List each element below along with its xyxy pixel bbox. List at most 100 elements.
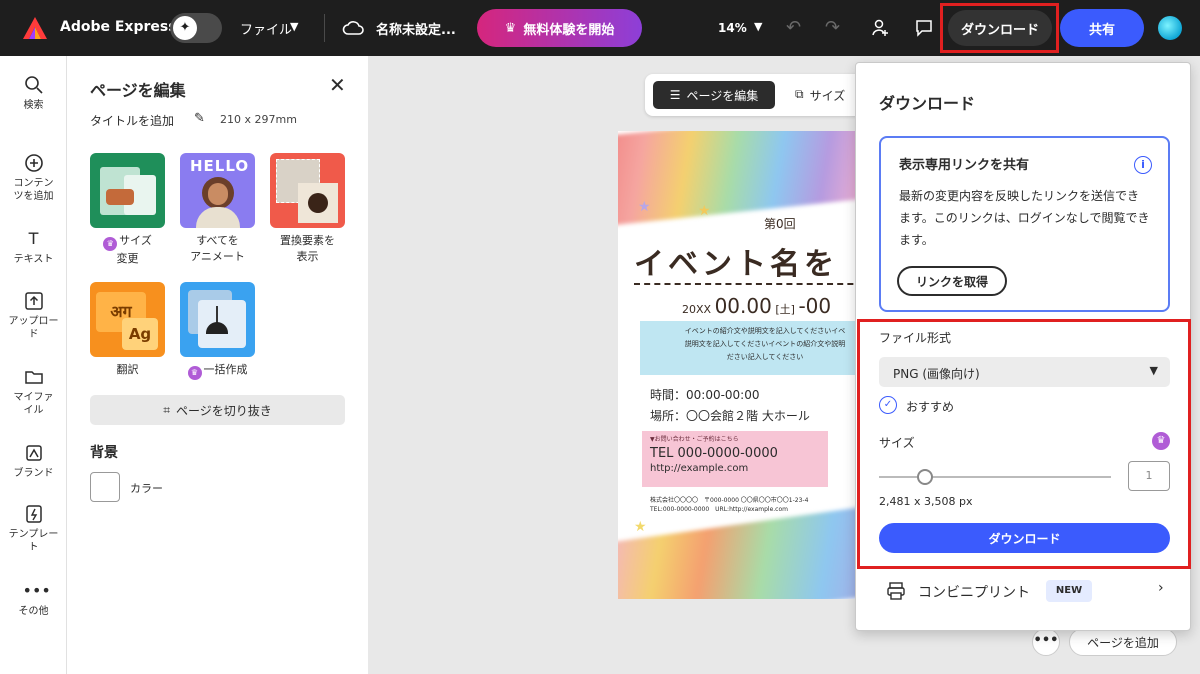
rail-item-text[interactable]: T テキスト [0,228,67,266]
sliders-icon: ☰ [669,88,681,102]
download-dropdown: ダウンロード 表示専用リンクを共有 i 最新の変更内容を反映したリンクを送信でき… [855,62,1191,631]
tile-animate-all[interactable]: HELLO すべてをアニメート [180,153,255,265]
tile-label: すべてを [196,234,239,247]
share-card-title: 表示専用リンクを共有 [899,158,1030,173]
rail-item-templates[interactable]: テンプレート [0,503,67,554]
view-only-link-card: 表示専用リンクを共有 i 最新の変更内容を反映したリンクを送信できます。このリン… [879,136,1170,312]
page-more-button[interactable]: ••• [1032,628,1060,656]
invite-user-icon[interactable] [870,18,890,38]
edit-page-panel: ページを編集 ✕ タイトルを追加 ✎ 210 x 297mm ♛ サイズ 変更 HE… [67,56,368,674]
crop-page-label: ページを切り抜き [176,403,272,418]
translate-thumbnail: अग Ag [90,282,165,357]
intro-line: 説明文を記入してくださいイベントの紹介文や説明 [684,340,846,348]
panel-title: ページを編集 [90,81,186,100]
rail-label: コンテンツを追加 [13,178,54,202]
search-icon [24,76,43,94]
file-format-value: PNG (画像向け) [893,367,980,381]
tile-translate[interactable]: अग Ag 翻訳 [90,282,165,378]
flyer-issue: 第0回 [764,217,796,231]
convenience-print-option[interactable]: コンビニプリント [918,582,1030,602]
file-menu[interactable]: ファイル [240,19,292,38]
download-button[interactable]: ダウンロード [948,10,1052,46]
more-icon: ••• [22,581,51,600]
date-suffix: -00 [798,294,832,318]
sparkle-icon: ✦ [173,16,197,40]
crop-page-button[interactable]: ⌗ ページを切り抜き [90,395,345,425]
canvas-toolbar: ☰ ページを編集 ⧉ サイズ [645,74,875,116]
rail-label: ブランド [13,468,54,479]
start-trial-label: 無料体験を開始 [523,22,615,38]
flyer-date: 20XX 00.00 [土] -00 [682,294,831,318]
edit-page-tab[interactable]: ☰ ページを編集 [653,81,775,109]
size-input[interactable]: 1 [1128,461,1170,491]
add-page-button[interactable]: ページを追加 [1069,628,1177,656]
resize-thumbnail [90,153,165,228]
rail-item-add-content[interactable]: コンテンツを追加 [0,152,67,203]
download-panel-title: ダウンロード [879,94,976,113]
pencil-icon[interactable]: ✎ [194,111,205,126]
rail-item-search[interactable]: 検索 [0,74,67,112]
close-icon[interactable]: ✕ [329,74,346,96]
top-bar: Adobe Express ✦ ファイル ▼ 名称未設定... ♛ 無料体験を開… [0,0,1200,56]
rainbow-top-decoration [618,131,868,227]
document-name[interactable]: 名称未設定... [376,19,456,38]
folder-icon [24,371,43,384]
undo-icon[interactable]: ↶ [786,17,801,38]
left-rail: 検索 コンテンツを追加 T テキスト アップロード マイファイル ブランド テン… [0,56,67,674]
background-color-swatch[interactable] [90,472,120,502]
user-avatar[interactable] [1158,16,1182,40]
magic-toggle[interactable]: ✦ [170,13,222,43]
download-confirm-button[interactable]: ダウンロード [879,523,1170,553]
hello-text: HELLO [190,157,250,175]
flyer-footer-line: 株式会社〇〇〇〇 〒000-0000 〇〇県〇〇市〇〇1-23-4 [650,497,809,504]
tile-resize[interactable]: ♛ サイズ 変更 [90,153,165,267]
color-label: カラー [130,482,163,495]
tile-label: 置換要素を [280,234,335,247]
rail-item-my-files[interactable]: マイファイル [0,366,67,417]
tile-label: サイズ [119,234,152,247]
rail-item-upload[interactable]: アップロード [0,290,67,341]
share-button[interactable]: 共有 [1060,9,1144,47]
tile-label: アニメート [190,250,245,263]
flyer-time: 時間：00:00-00:00 [650,388,760,402]
rail-item-more[interactable]: ••• その他 [0,580,67,618]
zoom-chevron-down-icon[interactable]: ▼ [754,20,762,33]
chevron-right-icon[interactable]: › [1158,580,1164,596]
star-icon: ★ [698,203,711,219]
file-format-select[interactable]: PNG (画像向け) ▼ [879,357,1170,387]
tile-show-replaceable[interactable]: 置換要素を 表示 [270,153,345,265]
rail-item-brand[interactable]: ブランド [0,442,67,480]
star-icon: ★ [634,519,647,535]
recommended-label: おすすめ [906,400,955,414]
rail-label: その他 [18,606,49,617]
zoom-level[interactable]: 14% [718,21,747,35]
adobe-express-logo[interactable] [22,16,48,40]
redo-icon[interactable]: ↷ [825,17,840,38]
resize-tab[interactable]: ⧉ サイズ [795,87,845,104]
rail-label: テキスト [13,254,54,265]
contact-url: http://example.com [650,463,749,474]
app-name: Adobe Express [60,19,177,35]
tile-label: 表示 [296,250,319,263]
flyer-page[interactable]: ★ ★ ★ 第0回 イベント名を 20XX 00.00 [土] -00 イベント… [618,131,868,599]
chevron-down-icon[interactable]: ▼ [290,20,298,33]
add-title-link[interactable]: タイトルを追加 [90,112,174,129]
output-dimensions: 2,481 x 3,508 px [879,495,973,508]
comment-icon[interactable] [914,18,934,38]
get-link-button[interactable]: リンクを取得 [897,266,1007,296]
replace-thumbnail [270,153,345,228]
start-trial-button[interactable]: ♛ 無料体験を開始 [477,9,642,47]
flyer-title: イベント名を [634,247,838,282]
tile-label: 翻訳 [116,363,139,376]
cloud-icon [342,21,364,35]
flyer-footer-line: TEL:000-0000-0000 URL:http://example.com [650,506,788,513]
rail-label: アップロード [8,316,59,340]
flyer-intro: イベントの紹介文や説明文を記入してくださいイベ 説明文を記入してくださいイベント… [640,321,868,375]
tile-bulk-create[interactable]: ♛ 一括作成 [180,282,255,380]
file-format-label: ファイル形式 [879,331,952,345]
contact-tel: TEL 000-0000-0000 [650,446,778,461]
chevron-down-icon: ▼ [1149,364,1158,377]
info-icon[interactable]: i [1134,156,1152,174]
size-slider-track[interactable] [879,476,1111,478]
rail-label: テンプレート [8,529,59,553]
